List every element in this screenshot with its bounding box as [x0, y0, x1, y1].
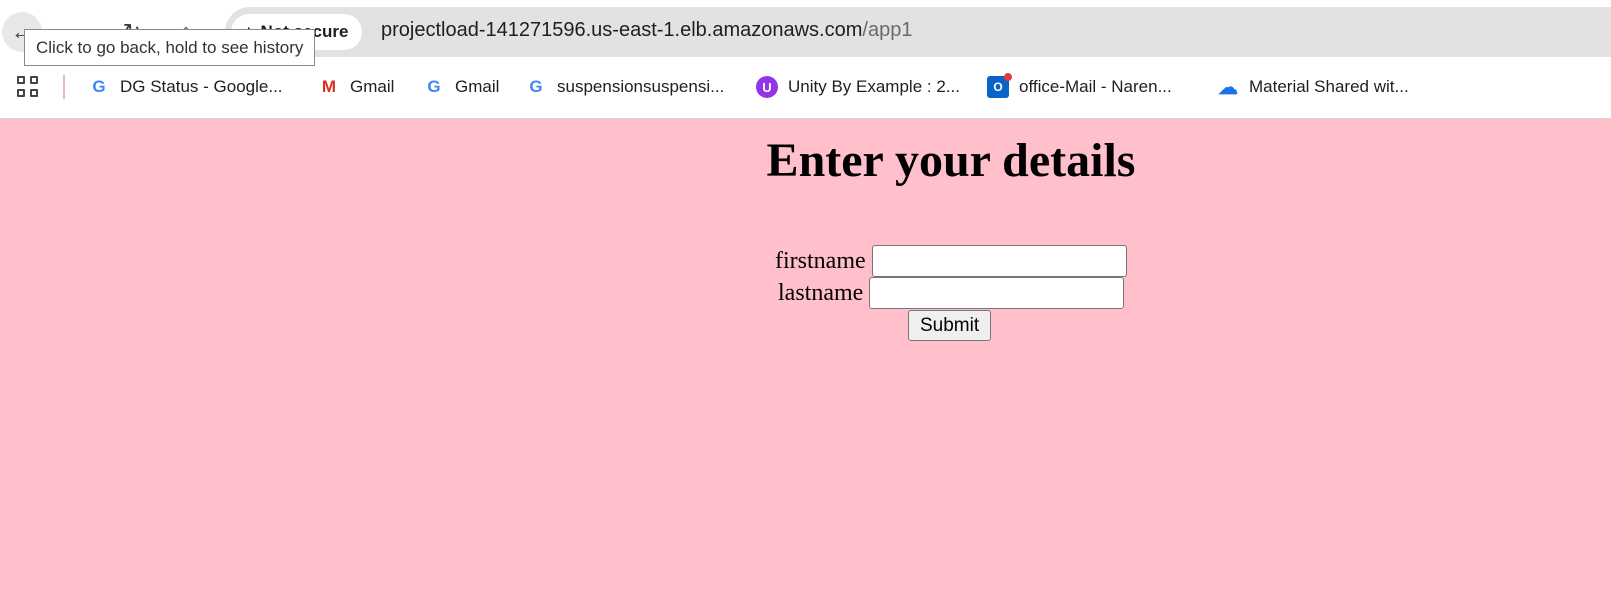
- bookmark-label: suspensionsuspensi...: [557, 77, 725, 96]
- url-path: /app1: [862, 19, 913, 41]
- page-title: Enter your details: [766, 134, 1136, 187]
- bookmark-dg-status[interactable]: G DG Status - Google...: [88, 73, 283, 101]
- back-tooltip: Click to go back, hold to see history: [24, 29, 316, 66]
- url-host: projectload-141271596.us-east-1.elb.amaz…: [381, 19, 863, 41]
- firstname-row: firstname: [775, 245, 1127, 277]
- bookmark-label: DG Status - Google...: [120, 77, 283, 96]
- submit-button[interactable]: Submit: [908, 310, 992, 341]
- bookmark-material[interactable]: ☁ Material Shared wit...: [1217, 73, 1409, 101]
- lastname-row: lastname: [778, 277, 1125, 309]
- apps-grid-icon[interactable]: [17, 76, 41, 100]
- bookmark-label: Gmail: [350, 77, 395, 96]
- lastname-input[interactable]: [869, 277, 1125, 309]
- address-bar[interactable]: △ Not secure projectload-141271596.us-ea…: [225, 7, 1611, 57]
- bookmark-gmail-2[interactable]: G Gmail: [423, 73, 499, 101]
- google-icon: G: [529, 77, 543, 96]
- bookmark-gmail-1[interactable]: M Gmail: [318, 73, 395, 101]
- firstname-label: firstname: [775, 247, 866, 274]
- google-icon: G: [92, 77, 106, 96]
- firstname-input[interactable]: [871, 245, 1127, 277]
- bookmark-suspension[interactable]: G suspensionsuspensi...: [525, 73, 724, 101]
- bookmark-label: Material Shared wit...: [1249, 77, 1409, 96]
- outlook-icon: O: [987, 73, 1012, 98]
- bookmark-label: Gmail: [455, 77, 500, 96]
- bookmarks-divider: [63, 75, 65, 99]
- google-icon: G: [427, 77, 441, 96]
- bookmarks-bar: G DG Status - Google... M Gmail G Gmail …: [0, 63, 1611, 119]
- bookmark-label: Unity By Example : 2...: [788, 77, 960, 96]
- page-content: Enter your details firstname lastname Su…: [0, 119, 1611, 604]
- bookmark-office-mail[interactable]: O office-Mail - Naren...: [987, 73, 1172, 101]
- udemy-icon: U: [756, 76, 778, 98]
- bookmark-unity[interactable]: U Unity By Example : 2...: [756, 73, 960, 101]
- gmail-icon: M: [321, 77, 337, 96]
- url-text[interactable]: projectload-141271596.us-east-1.elb.amaz…: [381, 19, 912, 42]
- lastname-label: lastname: [778, 279, 864, 306]
- bookmark-label: office-Mail - Naren...: [1019, 77, 1172, 96]
- onedrive-icon: ☁: [1218, 76, 1238, 99]
